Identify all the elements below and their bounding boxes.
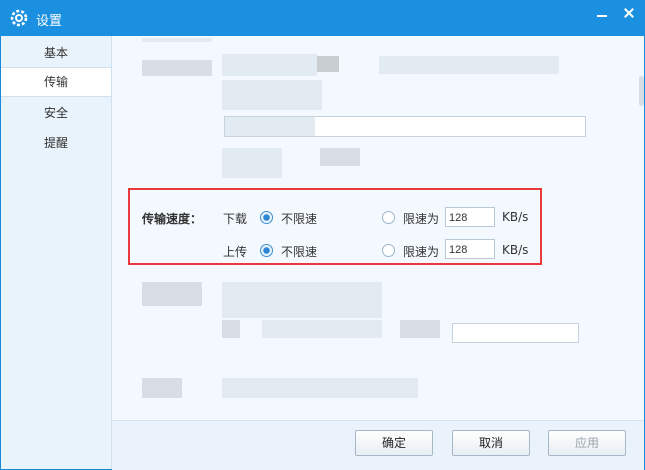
obscured-region: [142, 282, 202, 306]
download-limit-radio[interactable]: [382, 211, 395, 224]
obscured-region: [379, 56, 559, 74]
upload-label: 上传: [223, 245, 248, 259]
download-limit-input[interactable]: 128: [445, 207, 495, 227]
settings-sidebar: 基本 传输 安全 提醒: [1, 36, 112, 469]
scrollbar-thumb[interactable]: [639, 76, 644, 106]
obscured-region: [222, 282, 382, 318]
sidebar-item-basic[interactable]: 基本: [1, 38, 111, 68]
obscured-region: [225, 117, 315, 136]
obscured-region: [222, 148, 282, 178]
download-unit-label: KB/s: [502, 210, 529, 224]
obscured-region: [142, 60, 212, 76]
sidebar-item-label: 传输: [43, 75, 68, 89]
sidebar-item-reminder[interactable]: 提醒: [1, 128, 111, 158]
obscured-region: [222, 54, 317, 76]
upload-unlimited-label[interactable]: 不限速: [281, 243, 317, 260]
obscured-region: [222, 80, 322, 110]
close-icon[interactable]: [617, 4, 641, 22]
window-title: 设置: [36, 14, 63, 29]
ok-button[interactable]: 确定: [355, 430, 433, 456]
obscured-region: [262, 320, 382, 338]
apply-button[interactable]: 应用: [548, 430, 626, 456]
obscured-region: [222, 378, 418, 398]
download-unlimited-label[interactable]: 不限速: [281, 210, 317, 227]
obscured-text-field[interactable]: [224, 116, 586, 137]
minimize-icon[interactable]: [590, 4, 614, 22]
transfer-speed-label: 传输速度：: [142, 212, 203, 226]
dialog-footer: 确定 取消 应用: [112, 420, 644, 470]
sidebar-item-transfer[interactable]: 传输: [1, 67, 111, 97]
download-label: 下载: [223, 212, 248, 226]
obscured-region: [142, 38, 212, 42]
cancel-button[interactable]: 取消: [452, 430, 530, 456]
gear-icon: [10, 9, 28, 27]
sidebar-item-label: 提醒: [43, 136, 68, 150]
upload-unlimited-radio[interactable]: [260, 244, 273, 257]
sidebar-item-label: 基本: [43, 46, 68, 60]
download-limit-label[interactable]: 限速为: [403, 210, 439, 227]
upload-limit-input[interactable]: 128: [445, 239, 495, 259]
upload-limit-label[interactable]: 限速为: [403, 243, 439, 260]
obscured-text-field[interactable]: [452, 323, 579, 343]
title-bar[interactable]: 设置: [0, 0, 645, 36]
obscured-region: [142, 378, 182, 398]
obscured-region: [400, 320, 440, 338]
upload-limit-radio[interactable]: [382, 244, 395, 257]
sidebar-item-label: 安全: [43, 106, 68, 120]
sidebar-item-security[interactable]: 安全: [1, 98, 111, 128]
obscured-region: [222, 320, 240, 338]
upload-unit-label: KB/s: [502, 243, 529, 257]
download-unlimited-radio[interactable]: [260, 211, 273, 224]
obscured-region: [320, 148, 360, 166]
obscured-region: [317, 56, 339, 72]
